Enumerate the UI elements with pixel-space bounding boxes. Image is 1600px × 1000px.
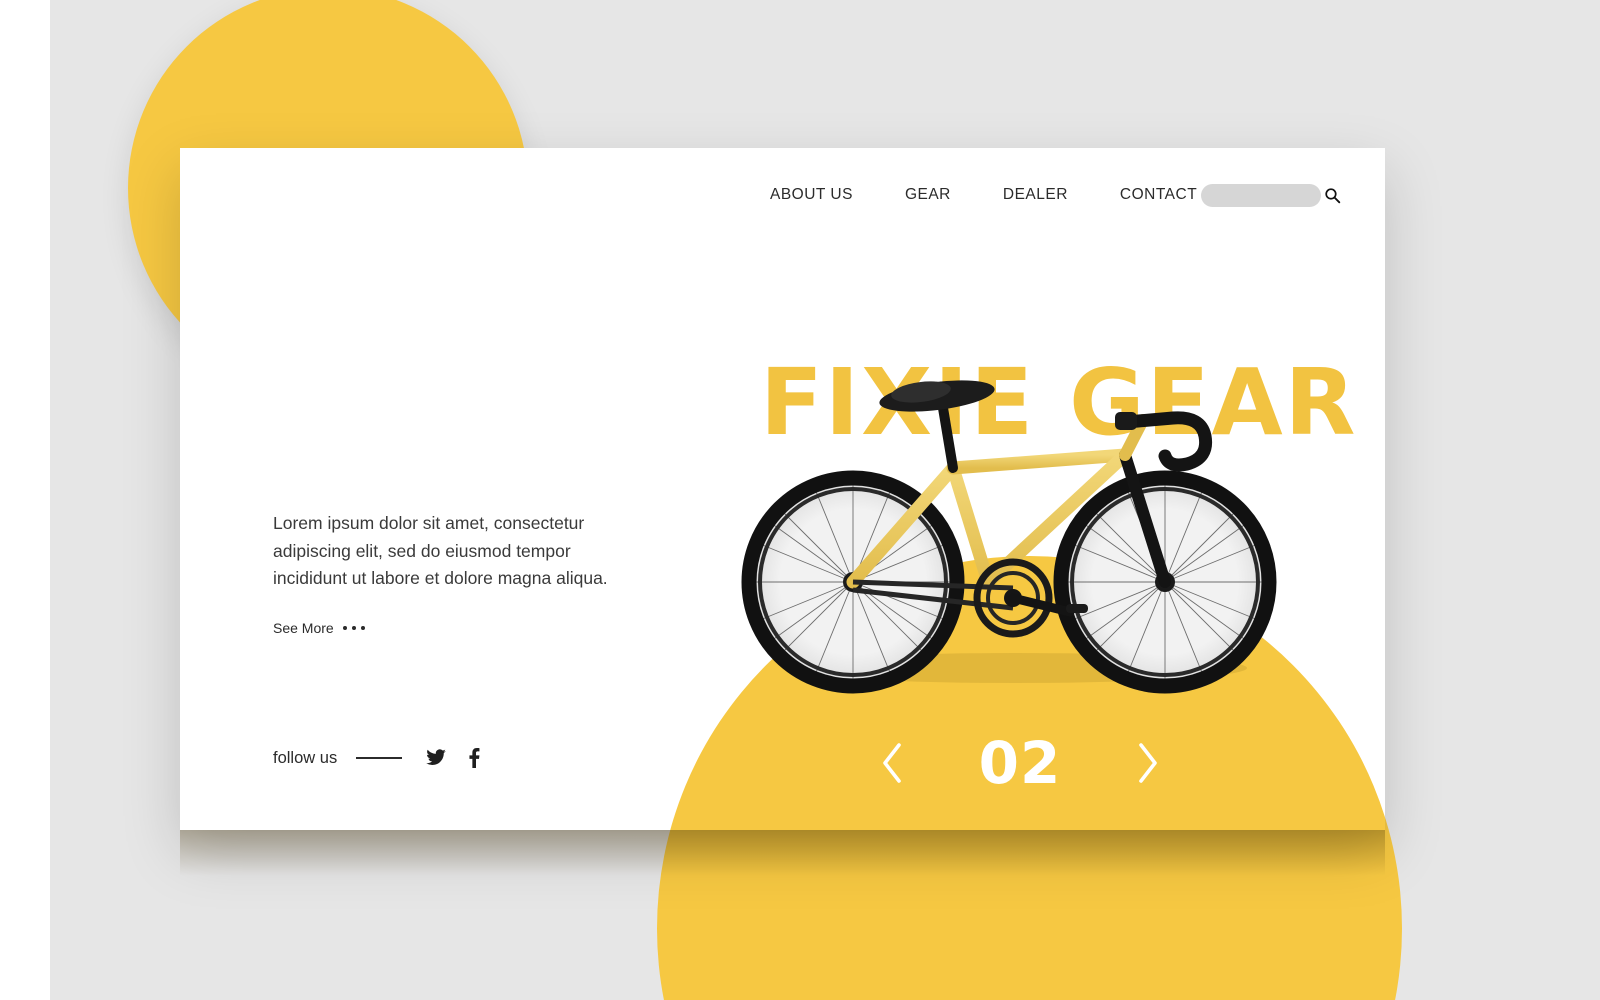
facebook-icon[interactable] <box>468 748 480 768</box>
search-bar <box>1201 184 1341 207</box>
nav-item-dealer[interactable]: DEALER <box>1003 186 1068 204</box>
hero-card: Ride. ABOUT US GEAR DEALER CONTACT FIXIE… <box>180 148 1385 830</box>
nav-item-contact[interactable]: CONTACT <box>1120 186 1197 204</box>
left-edge-strip <box>0 0 50 1000</box>
follow-us-section: follow us <box>273 748 502 768</box>
hero-copy: Lorem ipsum dolor sit amet, consectetur … <box>273 510 618 593</box>
follow-us-label: follow us <box>273 748 338 767</box>
see-more-label: See More <box>273 620 334 636</box>
nav-item-gear[interactable]: GEAR <box>905 186 951 204</box>
search-input[interactable] <box>1201 184 1321 207</box>
slide-carousel: 02 <box>880 728 1160 798</box>
hero-paragraph: Lorem ipsum dolor sit amet, consectetur … <box>273 513 608 589</box>
slide-number: 02 <box>978 729 1062 797</box>
site-header: Ride. ABOUT US GEAR DEALER CONTACT <box>180 148 1385 258</box>
bicycle-illustration <box>741 380 1277 694</box>
main-navigation: ABOUT US GEAR DEALER CONTACT <box>770 186 1197 204</box>
twitter-icon[interactable] <box>426 749 447 767</box>
brand-logo[interactable]: Ride. <box>218 182 291 212</box>
nav-item-about-us[interactable]: ABOUT US <box>770 186 853 204</box>
chevron-left-icon[interactable] <box>880 741 906 785</box>
search-icon[interactable] <box>1324 187 1341 204</box>
chevron-right-icon[interactable] <box>1134 741 1160 785</box>
see-more-link[interactable]: See More <box>273 620 365 636</box>
ellipsis-icon <box>342 626 365 630</box>
divider-line <box>356 757 403 759</box>
